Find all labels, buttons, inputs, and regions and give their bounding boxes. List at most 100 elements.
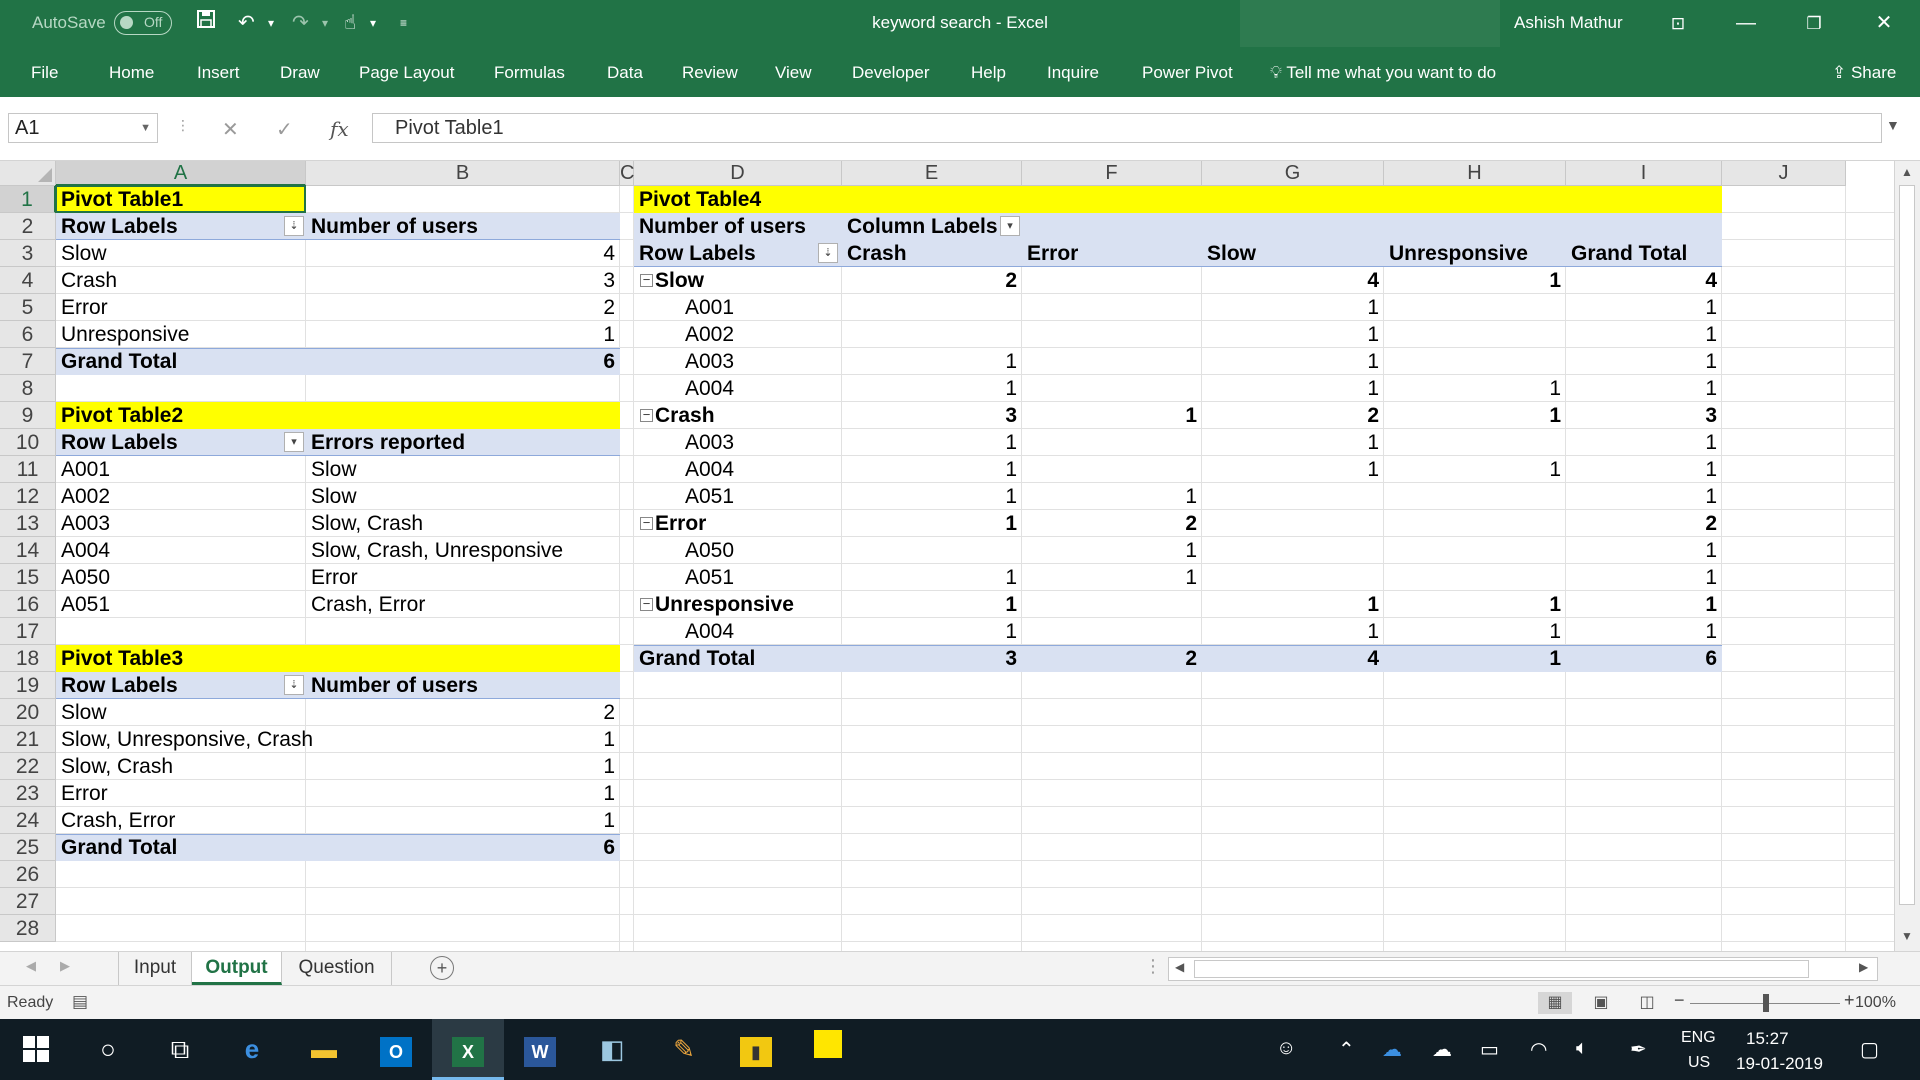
- horizontal-scrollbar[interactable]: ◀ ▶: [1168, 957, 1878, 981]
- file-explorer-icon[interactable]: ▬: [288, 1019, 360, 1080]
- pivot-row-label[interactable]: Error: [56, 294, 306, 321]
- notes-app-icon[interactable]: ◧: [576, 1019, 648, 1080]
- item-row-label[interactable]: A002: [680, 321, 842, 348]
- row-header-24[interactable]: 24: [0, 807, 56, 834]
- pivot-row-value[interactable]: 1: [306, 321, 620, 348]
- pivot-value-cell[interactable]: 1: [1202, 294, 1384, 321]
- onedrive-personal-icon[interactable]: ☁: [1432, 1037, 1452, 1062]
- row-filter-sort-icon[interactable]: ⇣: [818, 243, 838, 263]
- pivot-value-cell[interactable]: 2: [1566, 510, 1722, 537]
- column-header-h[interactable]: H: [1384, 161, 1566, 186]
- scroll-down-icon[interactable]: ▼: [1901, 929, 1913, 943]
- row-header-18[interactable]: 18: [0, 645, 56, 672]
- name-box[interactable]: A1 ▼: [8, 113, 158, 143]
- column-labels-header[interactable]: Column Labels: [842, 213, 1002, 240]
- row-header-4[interactable]: 4: [0, 267, 56, 294]
- column-header-i[interactable]: I: [1566, 161, 1722, 186]
- grand-total-value[interactable]: 6: [306, 348, 620, 375]
- grand-total-value[interactable]: 3: [842, 645, 1022, 672]
- more-options-icon[interactable]: ⋮: [176, 117, 190, 134]
- item-row-label[interactable]: A003: [680, 348, 842, 375]
- wifi-icon[interactable]: ◠: [1530, 1037, 1547, 1062]
- pivot-value-cell[interactable]: 1: [842, 375, 1022, 402]
- column-header-b[interactable]: B: [306, 161, 620, 186]
- pivot-value-cell[interactable]: 1: [1384, 591, 1566, 618]
- tab-split-icon[interactable]: ⋮: [1144, 956, 1162, 977]
- value-header[interactable]: Number of users: [306, 213, 620, 240]
- column-header-unresponsive[interactable]: Unresponsive: [1384, 240, 1586, 267]
- clock-time[interactable]: 15:27: [1746, 1029, 1789, 1049]
- row-header-1[interactable]: 1: [0, 186, 56, 213]
- filter-dropdown-icon[interactable]: ▾: [284, 432, 304, 452]
- onedrive-icon[interactable]: ☁: [1382, 1037, 1402, 1062]
- item-row-label[interactable]: A051: [680, 564, 842, 591]
- page-layout-view-icon[interactable]: ▣: [1584, 992, 1618, 1014]
- pivot-value-cell[interactable]: 1: [1202, 618, 1384, 645]
- pivot-value-cell[interactable]: 1: [842, 618, 1022, 645]
- pivot-row-label[interactable]: A051: [56, 591, 306, 618]
- row-header-19[interactable]: 19: [0, 672, 56, 699]
- pivot-value-cell[interactable]: 4: [1566, 267, 1722, 294]
- tab-question[interactable]: Question: [282, 952, 392, 985]
- column-header-f[interactable]: F: [1022, 161, 1202, 186]
- pivot-row-value[interactable]: 2: [306, 699, 620, 726]
- windows-start-icon[interactable]: [0, 1019, 72, 1080]
- grand-total-label[interactable]: Grand Total: [56, 348, 306, 375]
- pivot-value-cell[interactable]: 1: [1566, 564, 1722, 591]
- pivot-row-label[interactable]: A003: [56, 510, 306, 537]
- menu-help[interactable]: Help: [971, 63, 1006, 83]
- pivot-value-cell[interactable]: 1: [1202, 429, 1384, 456]
- row-header-6[interactable]: 6: [0, 321, 56, 348]
- formula-input[interactable]: Pivot Table1: [372, 113, 1882, 143]
- pivot-value-cell[interactable]: 1: [1384, 402, 1566, 429]
- cortana-search-icon[interactable]: ○: [72, 1019, 144, 1080]
- pivot-value-cell[interactable]: 1: [1566, 348, 1722, 375]
- row-header-15[interactable]: 15: [0, 564, 56, 591]
- tab-output[interactable]: Output: [192, 952, 282, 985]
- pivot-value-cell[interactable]: 1: [842, 564, 1022, 591]
- pivot-value-cell[interactable]: 1: [1202, 591, 1384, 618]
- row-header-26[interactable]: 26: [0, 861, 56, 888]
- pivot-row-value[interactable]: Slow, Crash, Unresponsive: [306, 537, 620, 564]
- pivot-value-cell[interactable]: 1: [842, 348, 1022, 375]
- people-icon[interactable]: ☺: [1276, 1037, 1296, 1060]
- pivot-value-cell[interactable]: 1: [1202, 456, 1384, 483]
- row-header-20[interactable]: 20: [0, 699, 56, 726]
- pivot-value-cell[interactable]: 1: [1566, 375, 1722, 402]
- pivot-row-value[interactable]: Error: [306, 564, 620, 591]
- item-row-label[interactable]: A004: [680, 375, 842, 402]
- pivot-value-cell[interactable]: 2: [1022, 510, 1202, 537]
- grand-total-label[interactable]: Grand Total: [634, 645, 842, 672]
- normal-view-icon[interactable]: ▦: [1538, 992, 1572, 1014]
- menu-formulas[interactable]: Formulas: [494, 63, 565, 83]
- zoom-out-icon[interactable]: −: [1674, 990, 1685, 1011]
- column-header-c[interactable]: C: [620, 161, 634, 186]
- menu-home[interactable]: Home: [109, 63, 154, 83]
- pivot-value-cell[interactable]: 1: [1202, 348, 1384, 375]
- row-header-27[interactable]: 27: [0, 888, 56, 915]
- pivot-row-label[interactable]: A001: [56, 456, 306, 483]
- tell-me-box[interactable]: 💡︎ Tell me what you want to do: [1270, 63, 1496, 83]
- column-filter-dropdown-icon[interactable]: ▾: [1000, 216, 1020, 236]
- prev-sheet-icon[interactable]: ◀: [26, 958, 36, 974]
- item-row-label[interactable]: A003: [680, 429, 842, 456]
- pivot-row-value[interactable]: 3: [306, 267, 620, 294]
- keyboard-layout[interactable]: US: [1688, 1054, 1710, 1072]
- menu-draw[interactable]: Draw: [280, 63, 320, 83]
- word-icon[interactable]: W: [504, 1019, 576, 1080]
- scroll-left-icon[interactable]: ◀: [1175, 960, 1184, 974]
- filter-sort-icon[interactable]: ⇣: [284, 216, 304, 236]
- row-header-2[interactable]: 2: [0, 213, 56, 240]
- pivot-value-cell[interactable]: 2: [1202, 402, 1384, 429]
- pivot-value-cell[interactable]: 1: [1384, 456, 1566, 483]
- minimize-icon[interactable]: —: [1716, 0, 1776, 47]
- menu-file[interactable]: File: [31, 63, 58, 83]
- pivot-row-label[interactable]: Crash: [56, 267, 306, 294]
- vertical-scrollbar[interactable]: ▲ ▼: [1894, 161, 1920, 951]
- pivot-value-cell[interactable]: 1: [1566, 429, 1722, 456]
- paint-icon[interactable]: ✎: [648, 1019, 720, 1080]
- row-header-14[interactable]: 14: [0, 537, 56, 564]
- menu-view[interactable]: View: [775, 63, 812, 83]
- item-row-label[interactable]: A051: [680, 483, 842, 510]
- restore-icon[interactable]: ❐: [1784, 0, 1844, 47]
